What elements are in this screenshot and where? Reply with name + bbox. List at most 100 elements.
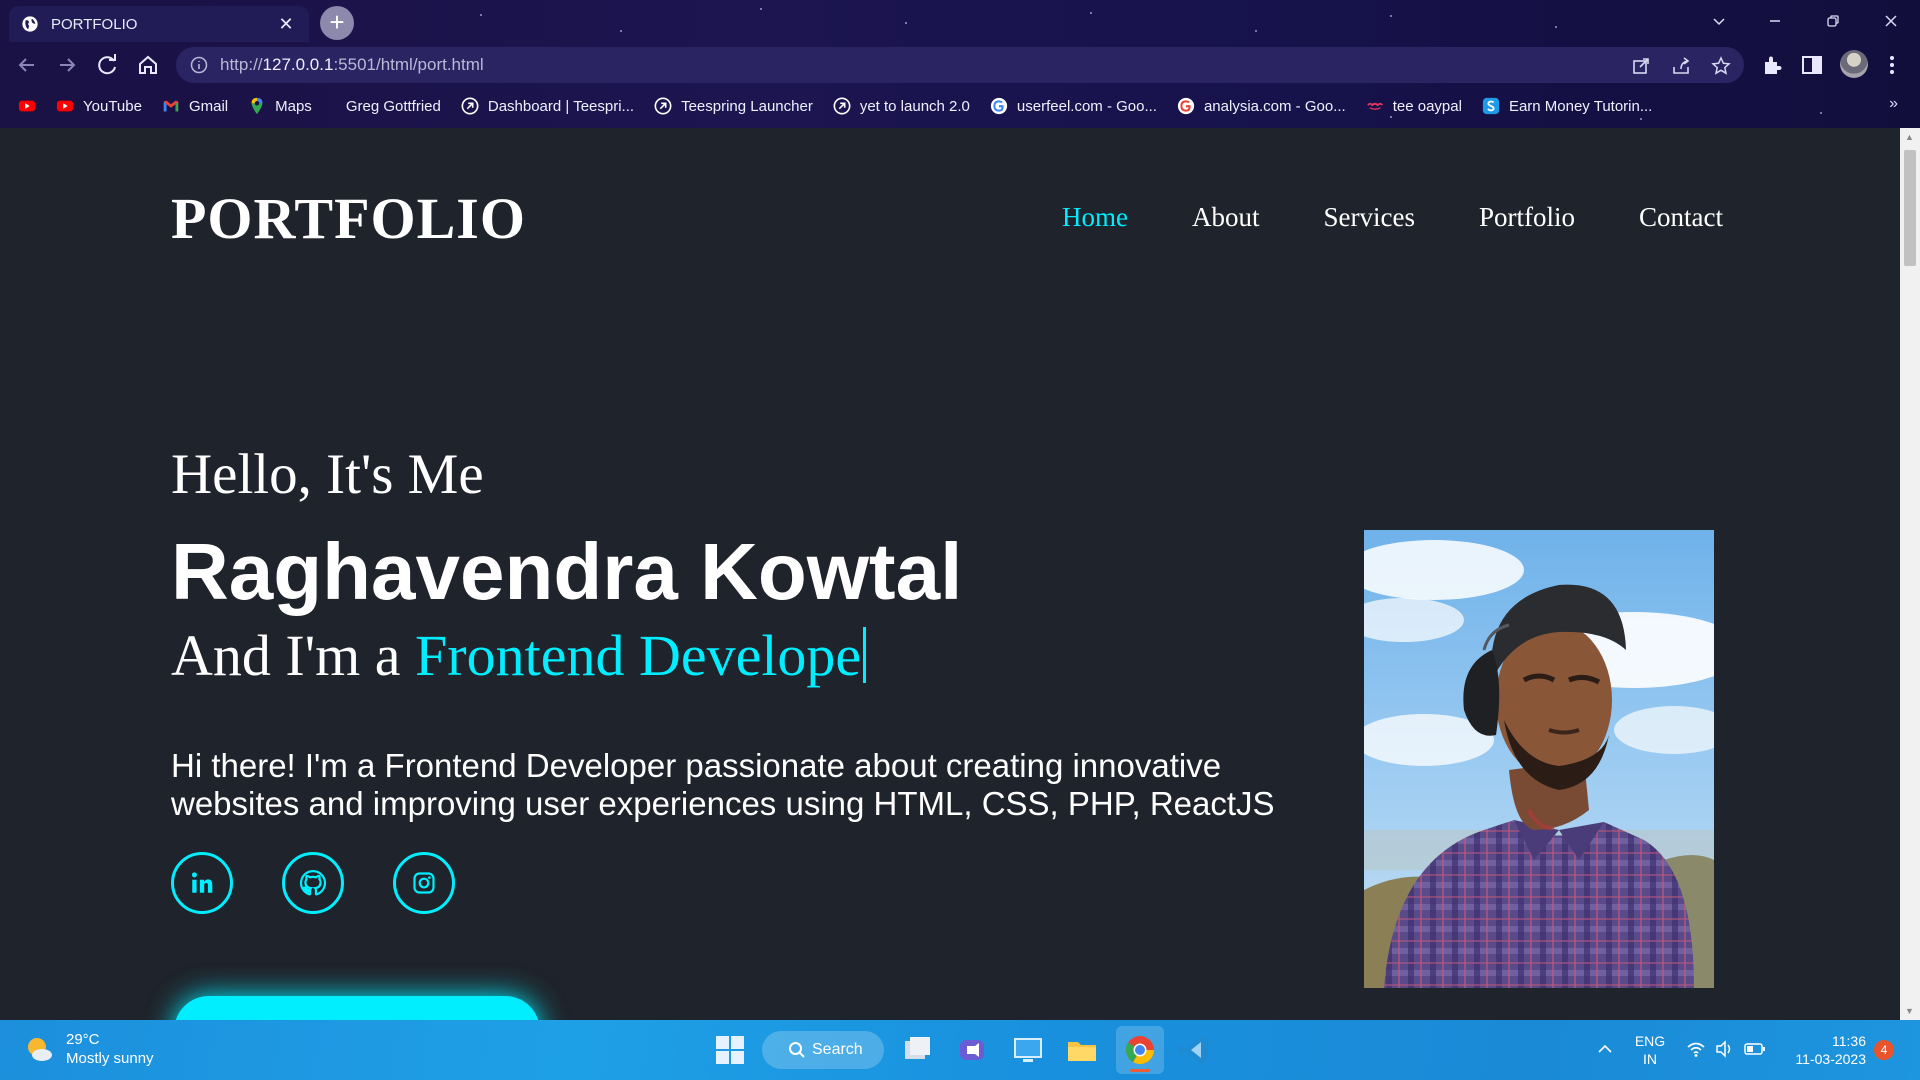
tee-icon bbox=[1366, 102, 1383, 110]
search-icon bbox=[789, 1042, 805, 1058]
browser-chrome: PORTFOLIO ✕ + http://127.0.0.1:5501/html… bbox=[0, 0, 1920, 128]
bookmark-tee-oaypal[interactable]: tee oaypal bbox=[1366, 97, 1462, 115]
address-bar[interactable]: http://127.0.0.1:5501/html/port.html bbox=[176, 47, 1744, 83]
volume-icon[interactable] bbox=[1714, 1040, 1734, 1058]
site-logo[interactable]: PORTFOLIO bbox=[171, 185, 526, 252]
taskbar-search[interactable]: Search bbox=[762, 1031, 884, 1069]
role-typed-text: Frontend Develope bbox=[415, 623, 862, 688]
weather-temp: 29°C bbox=[66, 1031, 100, 1048]
linkedin-link[interactable] bbox=[171, 852, 233, 914]
reload-icon[interactable] bbox=[93, 50, 123, 80]
bookmark-earn-money[interactable]: Earn Money Tutorin... bbox=[1482, 97, 1652, 115]
instagram-icon bbox=[413, 872, 435, 894]
bookmark-gmail[interactable]: Gmail bbox=[162, 97, 228, 115]
task-view-icon[interactable] bbox=[900, 1032, 936, 1068]
profile-avatar[interactable] bbox=[1840, 50, 1868, 78]
bookmark-maps[interactable]: Maps bbox=[248, 97, 312, 115]
github-link[interactable] bbox=[282, 852, 344, 914]
share-icon[interactable] bbox=[1670, 55, 1692, 77]
back-arrow-icon[interactable] bbox=[12, 50, 42, 80]
scroll-down-arrow-icon[interactable]: ▼ bbox=[1905, 1006, 1914, 1016]
extensions-puzzle-icon[interactable] bbox=[1760, 53, 1784, 77]
bookmark-youtube-icon-only[interactable] bbox=[18, 97, 36, 115]
portfolio-page: PORTFOLIO Home About Services Portfolio … bbox=[0, 128, 1900, 1020]
teams-chat-icon[interactable] bbox=[954, 1032, 990, 1068]
bookmark-analysia[interactable]: analysia.com - Goo... bbox=[1177, 97, 1346, 115]
teespring-icon bbox=[833, 97, 851, 115]
minimize-icon[interactable] bbox=[1752, 6, 1798, 36]
linkedin-icon bbox=[191, 872, 213, 893]
hero-intro: Hi there! I'm a Frontend Developer passi… bbox=[171, 747, 1275, 822]
chevron-down-icon[interactable] bbox=[1696, 6, 1742, 36]
weather-widget[interactable]: 29°C Mostly sunny bbox=[24, 1030, 154, 1068]
nav-about[interactable]: About bbox=[1192, 202, 1260, 233]
typing-caret bbox=[863, 627, 867, 683]
globe-icon bbox=[22, 16, 38, 32]
new-tab-button[interactable]: + bbox=[320, 6, 354, 40]
gmail-icon bbox=[163, 100, 179, 112]
open-external-icon[interactable] bbox=[1630, 55, 1652, 77]
bookmark-greg-gottfried[interactable]: Greg Gottfried bbox=[346, 98, 441, 115]
bookmarks-bar: YouTube Gmail Maps Greg Gottfried Dashbo… bbox=[0, 90, 1920, 122]
windows-taskbar: 29°C Mostly sunny Search ENG IN 11:36 11… bbox=[0, 1020, 1920, 1080]
chrome-icon bbox=[1125, 1036, 1154, 1064]
google-icon bbox=[1177, 97, 1195, 115]
nav-contact[interactable]: Contact bbox=[1639, 202, 1723, 233]
bookmark-teespring-launcher[interactable]: Teespring Launcher bbox=[654, 97, 813, 115]
side-panel-icon[interactable] bbox=[1800, 53, 1824, 77]
hero-role: And I'm a Frontend Develope bbox=[171, 622, 867, 689]
youtube-icon bbox=[56, 100, 74, 112]
chrome-taskbar-button[interactable] bbox=[1116, 1026, 1164, 1074]
teespring-icon bbox=[461, 97, 479, 115]
sun-cloud-icon bbox=[28, 1038, 52, 1061]
nav-portfolio[interactable]: Portfolio bbox=[1479, 202, 1575, 233]
bookmark-dashboard-teespring[interactable]: Dashboard | Teespri... bbox=[461, 97, 634, 115]
forward-arrow-icon[interactable] bbox=[52, 50, 82, 80]
page-scrollbar[interactable]: ▲ ▼ bbox=[1900, 128, 1920, 1020]
wifi-icon[interactable] bbox=[1686, 1040, 1706, 1058]
hero-name: Raghavendra Kowtal bbox=[171, 527, 963, 616]
file-explorer-icon[interactable] bbox=[1064, 1032, 1100, 1068]
site-nav: Home About Services Portfolio Contact bbox=[1062, 202, 1787, 233]
teespring-icon bbox=[654, 97, 672, 115]
chevron-up-icon[interactable] bbox=[1596, 1042, 1614, 1056]
role-prefix: And I'm a bbox=[171, 623, 416, 688]
bookmarks-overflow-button[interactable]: » bbox=[1889, 95, 1898, 113]
star-bookmark-icon[interactable] bbox=[1710, 55, 1732, 77]
bookmark-youtube[interactable]: YouTube bbox=[56, 97, 142, 115]
youtube-icon bbox=[18, 100, 36, 112]
download-cv-button[interactable] bbox=[174, 996, 540, 1020]
nav-services[interactable]: Services bbox=[1323, 202, 1414, 233]
menu-kebab-icon[interactable] bbox=[1880, 53, 1904, 77]
windows-start-icon[interactable] bbox=[712, 1032, 748, 1068]
tab-strip: PORTFOLIO ✕ + bbox=[0, 0, 1920, 42]
google-icon bbox=[990, 97, 1008, 115]
vscode-icon[interactable] bbox=[1176, 1032, 1212, 1068]
tab-portfolio[interactable]: PORTFOLIO ✕ bbox=[9, 6, 309, 42]
nav-home[interactable]: Home bbox=[1062, 202, 1128, 233]
clock[interactable]: 11:36 11-03-2023 bbox=[1782, 1032, 1866, 1068]
restore-icon[interactable] bbox=[1810, 6, 1856, 36]
bookmark-yet-to-launch[interactable]: yet to launch 2.0 bbox=[833, 97, 970, 115]
scrollbar-thumb[interactable] bbox=[1904, 150, 1916, 266]
info-icon[interactable] bbox=[190, 56, 208, 74]
battery-icon[interactable] bbox=[1744, 1041, 1766, 1057]
url-text: http://127.0.0.1:5501/html/port.html bbox=[220, 55, 484, 74]
window-close-icon[interactable] bbox=[1868, 6, 1914, 36]
instagram-link[interactable] bbox=[393, 852, 455, 914]
language-indicator[interactable]: ENG IN bbox=[1632, 1032, 1668, 1068]
home-icon[interactable] bbox=[133, 50, 163, 80]
weather-desc: Mostly sunny bbox=[66, 1050, 154, 1067]
maps-icon bbox=[251, 97, 263, 115]
bookmark-userfeel[interactable]: userfeel.com - Goo... bbox=[990, 97, 1157, 115]
notification-badge[interactable]: 4 bbox=[1874, 1040, 1894, 1060]
desktop-monitor-icon[interactable] bbox=[1010, 1032, 1046, 1068]
browser-toolbar: http://127.0.0.1:5501/html/port.html bbox=[0, 44, 1920, 86]
github-icon bbox=[299, 869, 327, 896]
tab-title: PORTFOLIO bbox=[51, 15, 138, 33]
close-icon[interactable]: ✕ bbox=[275, 14, 297, 35]
scroll-up-arrow-icon[interactable]: ▲ bbox=[1905, 132, 1914, 142]
skype-icon bbox=[1482, 97, 1500, 115]
hero-greeting: Hello, It's Me bbox=[171, 443, 484, 506]
search-label: Search bbox=[812, 1041, 863, 1058]
